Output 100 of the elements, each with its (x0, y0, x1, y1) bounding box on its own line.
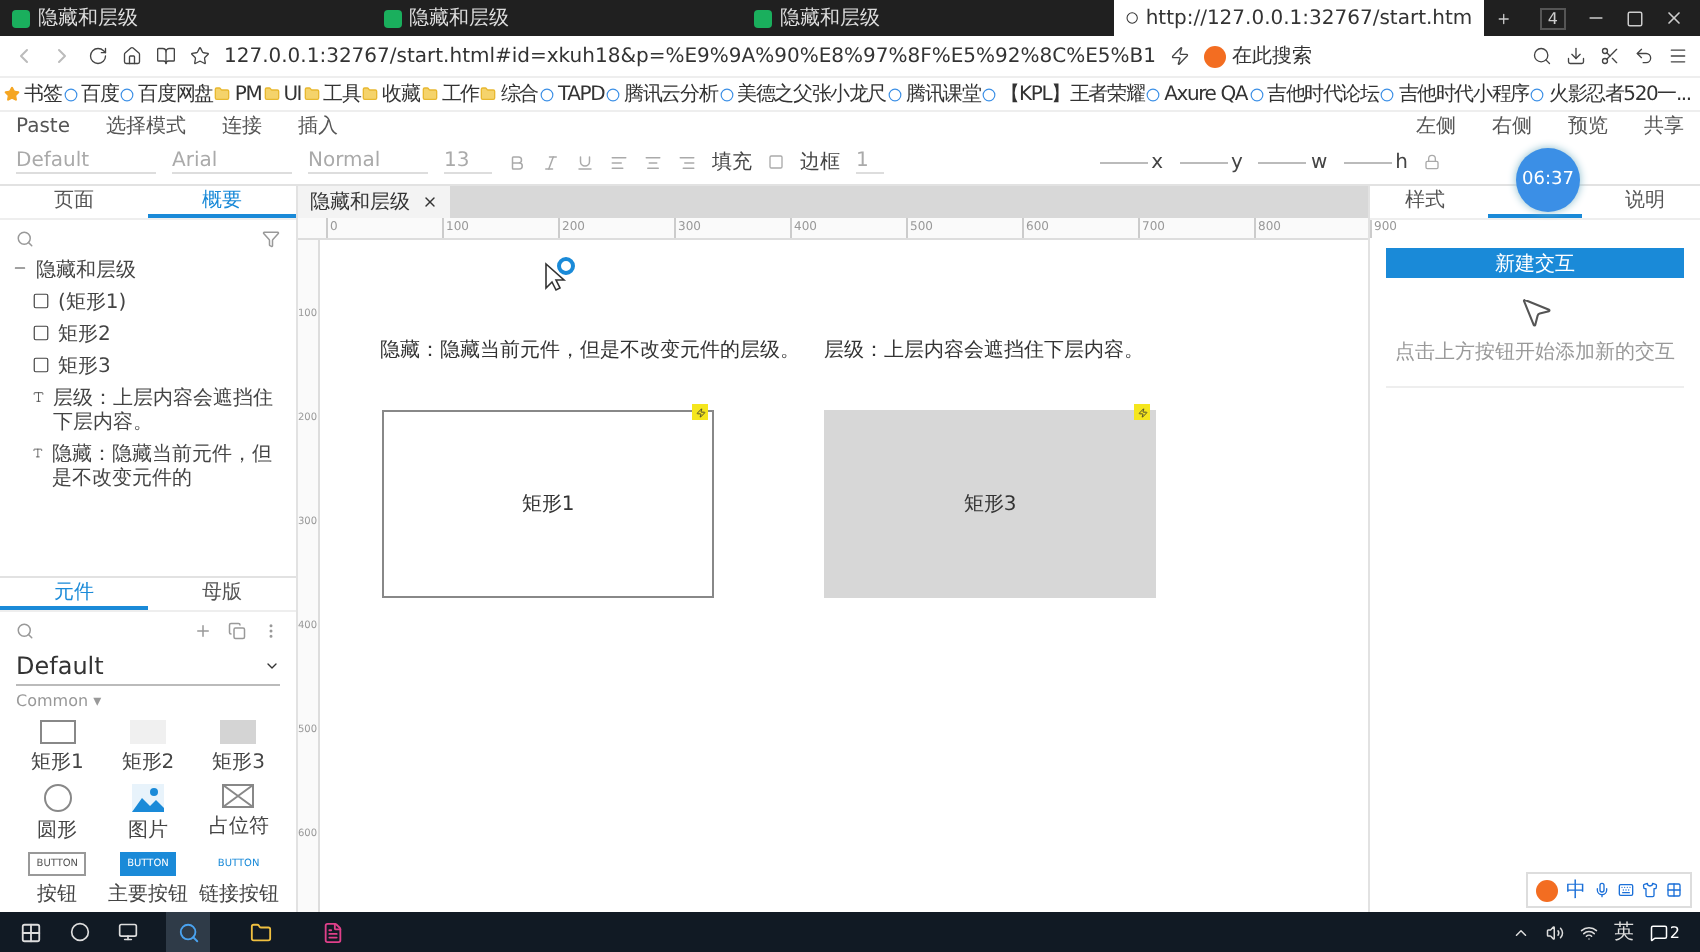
language-indicator[interactable]: 英 (1613, 918, 1634, 946)
outline-item[interactable]: 隐藏：隐藏当前元件，但是不改变元件的 (51, 444, 284, 492)
widget-label[interactable]: 链接按钮 (198, 880, 279, 908)
toolbar-button[interactable]: 选择模式 (106, 112, 186, 140)
outline-item[interactable]: 矩形2 (58, 324, 111, 348)
toolbar-button[interactable]: 左侧 (1416, 112, 1456, 140)
scissors-icon[interactable] (1600, 46, 1620, 66)
site-icon (120, 87, 135, 101)
browser-tab[interactable]: http://127.0.0.1:32767/start.htm (1113, 0, 1485, 36)
toolbar-button[interactable]: 连接 (222, 112, 262, 140)
home-icon[interactable] (122, 46, 142, 66)
coordinate-label: y (1231, 151, 1243, 173)
circle-icon (43, 784, 72, 812)
toolbar-button[interactable]: 插入 (298, 112, 338, 140)
text-icon (32, 444, 44, 462)
bookmark[interactable]: 吉他时代小程序 (1380, 80, 1529, 108)
widget-label[interactable]: 占位符 (208, 812, 269, 840)
bookmark[interactable]: 收藏 (362, 80, 420, 108)
coordinate-label: w (1310, 151, 1328, 173)
start-icon[interactable] (20, 921, 42, 943)
panel-tab[interactable]: 页面 (0, 186, 148, 218)
widget-label[interactable]: 矩形1 (30, 748, 84, 776)
library-dropdown[interactable]: Default (16, 648, 280, 686)
folder-icon (421, 86, 438, 102)
site-icon (63, 87, 78, 101)
outline-item[interactable]: 矩形3 (58, 356, 111, 380)
volume-icon[interactable] (1545, 923, 1564, 941)
outline-item[interactable]: (矩形1) (58, 292, 127, 316)
folder-icon (303, 86, 320, 102)
panel-tab[interactable]: 说明 (1590, 186, 1700, 218)
site-icon (1530, 87, 1545, 101)
site-icon (1146, 87, 1161, 101)
canvas-tab[interactable]: 隐藏和层级 (298, 186, 450, 218)
site-icon (888, 87, 903, 101)
close-icon[interactable] (422, 194, 438, 210)
panel-tab[interactable]: 元件 (0, 578, 148, 610)
text-icon (32, 388, 45, 406)
reload-icon[interactable] (88, 46, 108, 66)
fill-swatch[interactable] (768, 154, 784, 170)
widget-label[interactable]: 主要按钮 (107, 880, 188, 908)
hint-text: 点击上方按钮开始添加新的交互 (1386, 330, 1684, 388)
network-icon[interactable] (1579, 923, 1598, 941)
grid-icon[interactable] (1666, 882, 1682, 898)
widget-label[interactable]: 圆形 (37, 816, 78, 844)
bookmark[interactable]: 火影忍者520一... (1530, 80, 1691, 108)
bookmark[interactable]: UI (263, 83, 302, 105)
bookmark[interactable]: TAPD (540, 83, 605, 105)
bookmark[interactable]: 腾讯课堂 (888, 80, 981, 108)
maximize-icon[interactable] (1626, 9, 1644, 27)
copy-icon[interactable] (228, 621, 246, 639)
folder-icon (480, 86, 497, 102)
widget-label[interactable]: 图片 (127, 816, 168, 844)
undo-icon[interactable] (1634, 46, 1654, 66)
bookmark[interactable]: 吉他时代论坛 (1249, 80, 1379, 108)
widget-label[interactable]: 矩形2 (121, 748, 175, 776)
outline-item[interactable]: 隐藏和层级 (36, 260, 136, 284)
menu-icon[interactable] (1668, 46, 1688, 66)
site-icon (719, 87, 734, 101)
mic-icon[interactable] (1594, 882, 1610, 898)
widget-label[interactable]: 矩形3 (212, 748, 265, 776)
keyboard-icon[interactable] (1618, 882, 1634, 898)
bookmark[interactable]: 工作 (421, 80, 479, 108)
site-icon (1380, 87, 1395, 101)
toolbar-button[interactable]: 预览 (1568, 112, 1608, 140)
reader-icon[interactable] (156, 46, 176, 66)
bookmark[interactable]: PM (214, 83, 262, 105)
new-interaction-button[interactable]: 新建交互 (1386, 248, 1684, 278)
bookmark[interactable]: 美德之父张小龙尺 (719, 80, 887, 108)
toolbar-button[interactable]: Paste (16, 115, 70, 137)
folder-icon (263, 86, 280, 102)
panel-tab[interactable]: 样式 (1370, 186, 1480, 218)
toolbar-button[interactable]: 共享 (1644, 112, 1684, 140)
filter-icon[interactable] (262, 229, 280, 247)
bookmark[interactable]: Axure QA (1146, 83, 1248, 105)
bookmark[interactable]: 【KPL】王者荣耀 (982, 80, 1145, 108)
bookmark[interactable]: 腾讯云分析 (606, 80, 718, 108)
task-view-icon[interactable] (118, 922, 138, 942)
outline-item[interactable]: 层级：上层内容会遮挡住下层内容。 (53, 388, 284, 436)
widget-label[interactable]: 按钮 (37, 880, 78, 908)
app-icon (12, 9, 30, 27)
panel-tab[interactable]: 母版 (148, 578, 296, 610)
search-field[interactable]: 在此搜索 (1204, 42, 1313, 70)
lightning-badge (1134, 404, 1150, 420)
bookmark[interactable]: 工具 (303, 80, 361, 108)
address-field[interactable]: 127.0.0.1:32767/start.html#id=xkuh18&p=%E9%9A%90%E8%97%8F%E5%92%8C%E5%B1 (224, 45, 1157, 67)
bookmark[interactable]: 百度网盘 (120, 80, 213, 108)
bookmark[interactable]: 综合 (480, 80, 538, 108)
timer-badge: 06:37 (1516, 148, 1580, 212)
lightning-icon[interactable] (1170, 46, 1191, 66)
toolbar-button[interactable]: 右侧 (1492, 112, 1532, 140)
close-icon[interactable] (1664, 8, 1684, 28)
bookmark[interactable]: 书签 (4, 80, 62, 108)
shape-label: 矩形1 (521, 492, 575, 518)
star-icon[interactable] (190, 46, 210, 66)
app-icon (383, 9, 402, 27)
download-icon[interactable] (1566, 46, 1586, 66)
bookmark[interactable]: 百度 (63, 80, 119, 108)
skin-icon[interactable] (1642, 882, 1658, 898)
cursor-icon (544, 256, 576, 292)
site-icon (1249, 87, 1264, 101)
